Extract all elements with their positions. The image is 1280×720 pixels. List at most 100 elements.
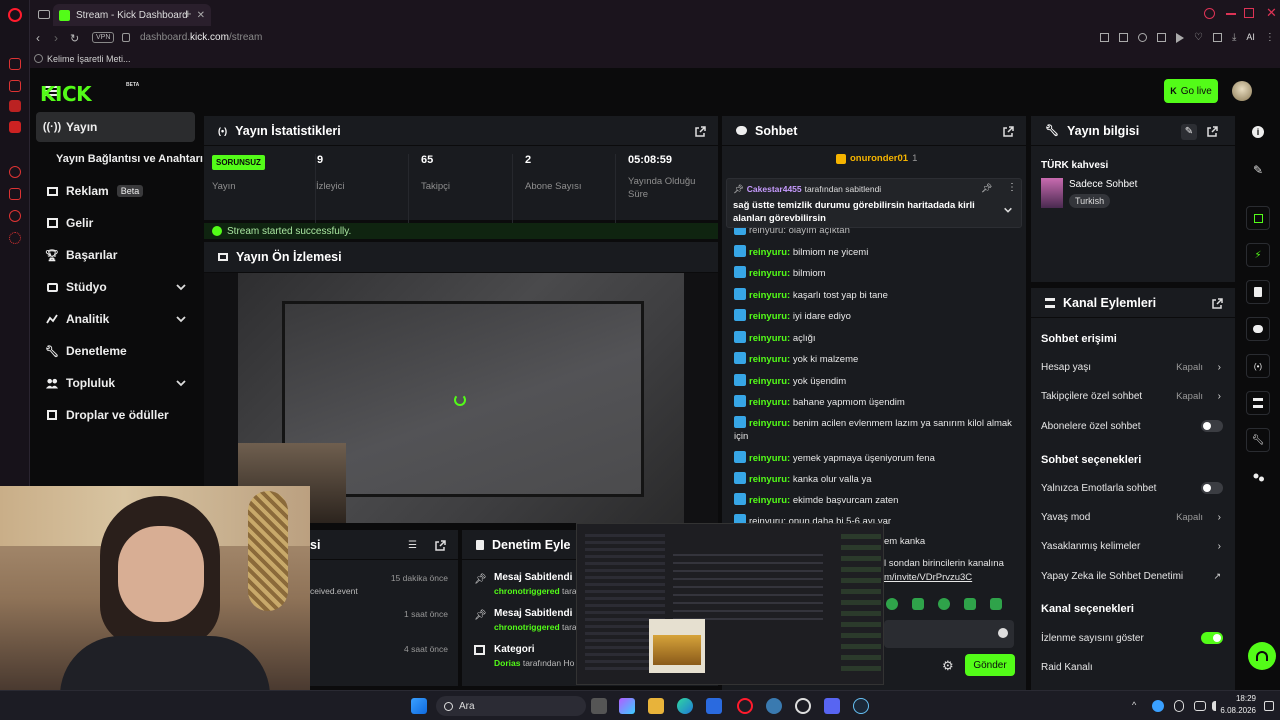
discord-icon[interactable] bbox=[824, 698, 840, 714]
reload-icon[interactable]: ↻ bbox=[70, 32, 79, 45]
emote-only-toggle[interactable] bbox=[1201, 482, 1223, 494]
settings-icon[interactable] bbox=[9, 232, 21, 244]
broadcast-icon[interactable]: (•) bbox=[1246, 354, 1270, 378]
mod-item-user[interactable]: Dorias bbox=[494, 658, 520, 668]
tray-app-icon[interactable] bbox=[1152, 700, 1164, 712]
search-icon[interactable] bbox=[1204, 8, 1215, 19]
sidebar-app-icon[interactable] bbox=[9, 58, 21, 70]
minimize-icon[interactable] bbox=[1226, 13, 1236, 15]
popout-icon[interactable] bbox=[435, 540, 446, 551]
maximize-icon[interactable] bbox=[1244, 8, 1254, 18]
emote-icon[interactable] bbox=[964, 598, 976, 610]
opera-logo-icon[interactable] bbox=[8, 8, 22, 22]
pin-icon[interactable] bbox=[1100, 33, 1109, 42]
new-tab-icon[interactable]: + bbox=[184, 6, 192, 21]
chat-username[interactable]: reinyuru bbox=[749, 290, 787, 301]
copilot-icon[interactable] bbox=[619, 698, 635, 714]
send-button[interactable]: Gönder bbox=[965, 654, 1015, 676]
chevron-down-icon[interactable] bbox=[175, 313, 187, 325]
play-icon[interactable] bbox=[1176, 33, 1184, 43]
chat-input[interactable] bbox=[884, 620, 1014, 648]
chevron-down-icon[interactable] bbox=[1003, 205, 1013, 215]
setting-banned-words[interactable]: Yasaklanmış kelimeler › bbox=[1041, 536, 1221, 556]
popout-icon[interactable] bbox=[695, 126, 706, 137]
taskbar-date[interactable]: 6.08.2026 bbox=[1214, 706, 1256, 715]
more-icon[interactable]: ⋮ bbox=[1007, 182, 1017, 193]
sidebar-app-icon[interactable] bbox=[9, 80, 21, 92]
emote-icon[interactable] bbox=[886, 598, 898, 610]
app-icon[interactable] bbox=[9, 121, 21, 133]
sidebar-item-basarilar[interactable]: 🏆︎ Başarılar bbox=[36, 240, 195, 270]
obs-icon[interactable] bbox=[795, 698, 811, 714]
kick-logo[interactable]: KICK bbox=[40, 82, 92, 106]
sidebar-item-studyo[interactable]: Stüdyo bbox=[36, 272, 195, 302]
pinned-user[interactable]: Cakestar4455 bbox=[747, 184, 802, 195]
cube-icon[interactable] bbox=[1157, 33, 1166, 42]
tray-chevron-icon[interactable]: ^ bbox=[1132, 700, 1136, 710]
forward-icon[interactable]: › bbox=[54, 31, 58, 45]
taskbar-time[interactable]: 18:29 bbox=[1232, 694, 1256, 703]
setting-raid[interactable]: Raid Kanalı bbox=[1041, 657, 1221, 677]
ai-button[interactable]: AI bbox=[1246, 33, 1255, 43]
top-chatter-name[interactable]: onuronder01 bbox=[850, 153, 908, 164]
sidebar-item-denetleme[interactable]: 🔧︎ Denetleme bbox=[36, 336, 195, 366]
sidebar-item-topluluk[interactable]: Topluluk bbox=[36, 368, 195, 398]
chat-username[interactable]: reinyuru bbox=[749, 376, 787, 387]
sidebar-item-stream-key[interactable]: Yayın Bağlantısı ve Anahtarı bbox=[46, 144, 206, 174]
extension-icon[interactable] bbox=[1138, 33, 1147, 42]
edit-icon[interactable]: ✎ bbox=[1181, 124, 1197, 140]
setting-ai-mod[interactable]: Yapay Zeka ile Sohbet Denetimi ↗ bbox=[1041, 566, 1221, 586]
setting-account-age[interactable]: Hesap yaşı Kapalı › bbox=[1041, 357, 1221, 377]
file-explorer-icon[interactable] bbox=[648, 698, 664, 714]
mod-item-user[interactable]: chronotriggered bbox=[494, 622, 560, 632]
emote-icon[interactable] bbox=[912, 598, 924, 610]
subs-only-toggle[interactable] bbox=[1201, 420, 1223, 432]
setting-followers-only[interactable]: Takipçilere özel sohbet Kapalı › bbox=[1041, 386, 1221, 406]
show-viewers-toggle[interactable] bbox=[1201, 632, 1223, 644]
network-icon[interactable] bbox=[1194, 701, 1206, 711]
windows-start-icon[interactable] bbox=[411, 698, 427, 714]
vpn-badge[interactable]: VPN bbox=[92, 32, 115, 43]
category-thumbnail[interactable] bbox=[1041, 178, 1063, 208]
chat-username[interactable]: reinyuru bbox=[749, 495, 787, 506]
wallet-icon[interactable] bbox=[1212, 33, 1222, 42]
document-icon[interactable] bbox=[1246, 280, 1270, 304]
opera-icon[interactable] bbox=[737, 698, 753, 714]
popout-icon[interactable] bbox=[1207, 126, 1218, 137]
popout-icon[interactable] bbox=[1003, 126, 1014, 137]
microphone-icon[interactable] bbox=[1174, 700, 1184, 712]
history-icon[interactable] bbox=[9, 188, 21, 200]
chevron-down-icon[interactable] bbox=[175, 281, 187, 293]
chevron-down-icon[interactable] bbox=[175, 377, 187, 389]
chat-link[interactable]: m/invite/VDrPrvzu3C bbox=[884, 572, 972, 583]
bolt-icon[interactable]: ⚡︎ bbox=[1246, 243, 1270, 267]
stream-category[interactable]: Sadece Sohbet bbox=[1069, 179, 1137, 190]
edit-icon[interactable]: ✎ bbox=[1246, 158, 1270, 182]
snapshot-icon[interactable] bbox=[1119, 33, 1128, 42]
chat-username[interactable]: reinyuru bbox=[749, 268, 787, 279]
unpin-icon[interactable]: 📌︎ bbox=[981, 183, 992, 194]
back-icon[interactable]: ‹ bbox=[36, 31, 40, 45]
messenger-icon[interactable] bbox=[9, 100, 21, 112]
support-icon[interactable] bbox=[1248, 642, 1276, 670]
avatar[interactable] bbox=[1232, 81, 1252, 101]
chat-username[interactable]: reinyuru bbox=[749, 354, 787, 365]
close-icon[interactable]: ✕ bbox=[197, 10, 205, 21]
crop-icon[interactable] bbox=[1246, 206, 1270, 230]
taskbar-search[interactable]: Ara bbox=[436, 696, 586, 716]
setting-slow-mode[interactable]: Yavaş mod Kapalı › bbox=[1041, 507, 1221, 527]
chat-username[interactable]: reinyuru bbox=[749, 474, 787, 485]
close-window-icon[interactable]: ✕ bbox=[1266, 5, 1277, 21]
chat-username[interactable]: reinyuru bbox=[749, 397, 787, 408]
chat-username[interactable]: reinyuru bbox=[749, 453, 787, 464]
info-icon[interactable]: i bbox=[1246, 120, 1270, 144]
chat-username[interactable]: reinyuru bbox=[749, 333, 787, 344]
community-icon[interactable] bbox=[1246, 466, 1270, 490]
popout-icon[interactable] bbox=[1212, 298, 1223, 309]
url-field[interactable]: dashboard.kick.com/stream bbox=[140, 32, 262, 43]
notifications-icon[interactable] bbox=[1264, 701, 1274, 711]
app-icon[interactable] bbox=[766, 698, 782, 714]
store-icon[interactable] bbox=[706, 698, 722, 714]
chat-username[interactable]: reinyuru bbox=[749, 418, 787, 429]
go-live-button[interactable]: K Go live bbox=[1164, 79, 1218, 103]
